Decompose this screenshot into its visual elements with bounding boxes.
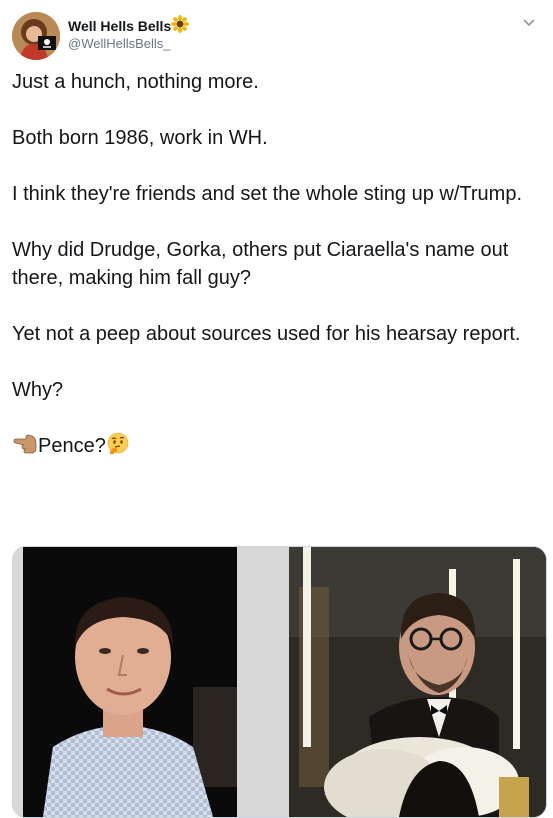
tweet-paragraph: I think they're friends and set the whol…: [12, 183, 522, 205]
avatar[interactable]: [12, 12, 60, 60]
tweet-paragraph: Both born 1986, work in WH.: [12, 127, 268, 149]
pointing-left-hand-icon: [12, 434, 38, 464]
display-name[interactable]: Well Hells Bells: [68, 18, 171, 34]
chevron-down-icon[interactable]: [521, 14, 537, 30]
thinking-face-icon: [106, 432, 130, 464]
sunflower-icon: [171, 15, 189, 33]
tweet-paragraph: Just a hunch, nothing more.: [12, 71, 259, 93]
photo-young-man[interactable]: [23, 547, 237, 817]
user-handle[interactable]: @WellHellsBells_: [68, 36, 171, 51]
pence-text: Pence?: [38, 435, 106, 457]
tweet-header: Well Hells Bells @WellHellsBells_: [0, 0, 553, 66]
media-container[interactable]: [12, 546, 547, 818]
tweet-paragraph: Yet not a peep about sources used for hi…: [12, 323, 521, 345]
tweet-text: Just a hunch, nothing more. Both born 19…: [12, 68, 542, 492]
tweet-paragraph: Why did Drudge, Gorka, others put Ciarae…: [12, 239, 514, 289]
photo-man-with-glasses[interactable]: [289, 547, 546, 817]
tweet-last-line: Pence?: [12, 432, 542, 464]
tweet-paragraph: Why?: [12, 379, 64, 401]
